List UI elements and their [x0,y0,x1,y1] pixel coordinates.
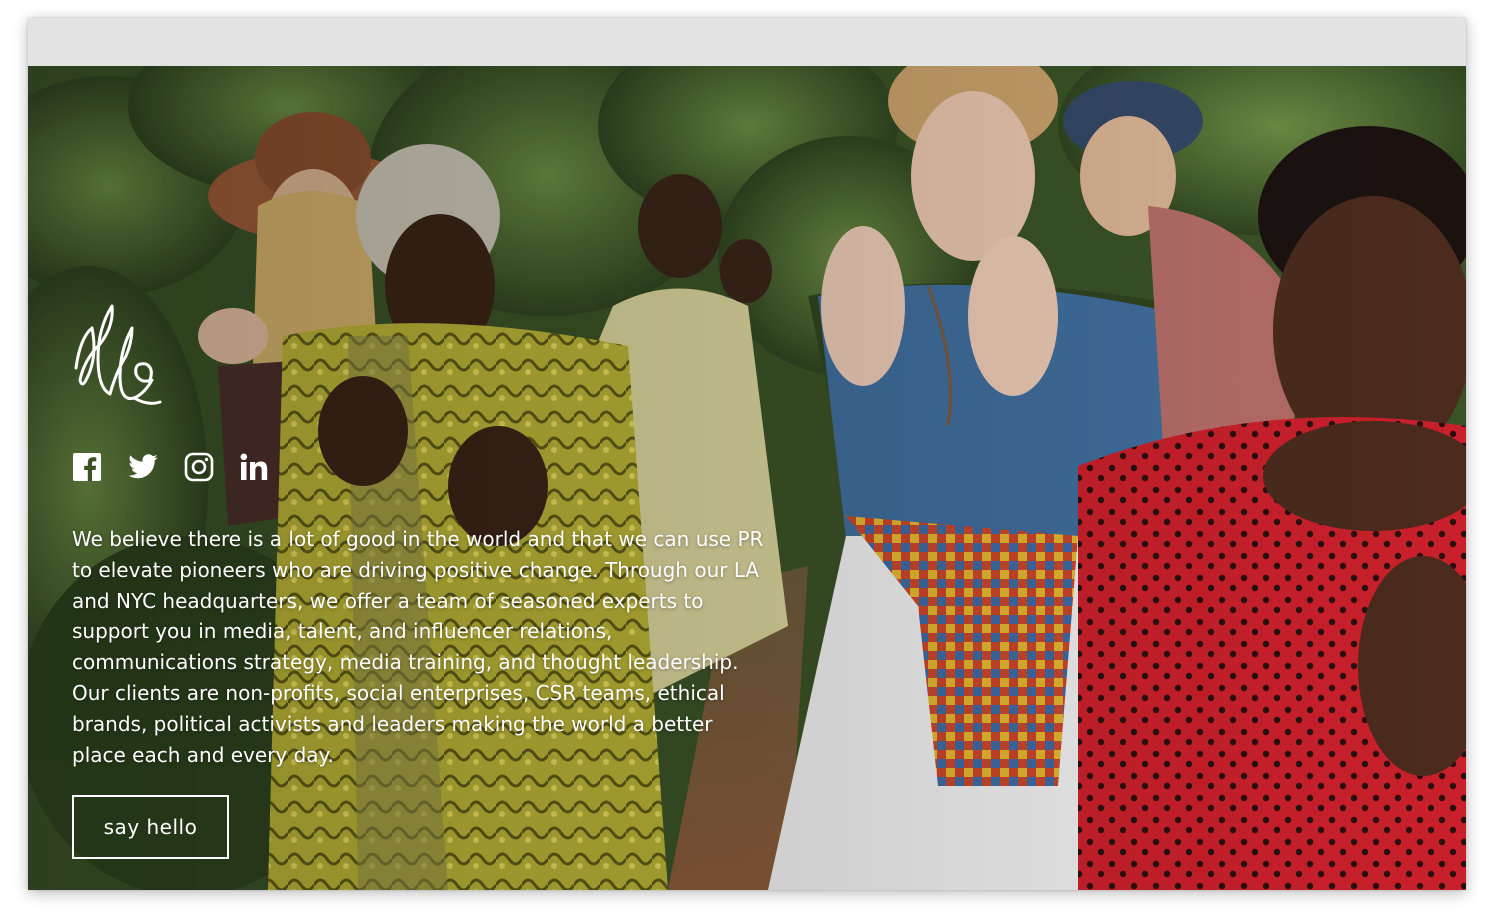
hero-blurb: We believe there is a lot of good in the… [72,527,764,767]
elle-script-logo[interactable] [70,298,162,408]
instagram-icon[interactable] [184,452,214,482]
hero-section: We believe there is a lot of good in the… [28,66,1466,890]
browser-titlebar [28,18,1466,66]
twitter-icon[interactable] [128,452,158,482]
say-hello-button[interactable]: say hello [72,795,229,859]
facebook-icon[interactable] [72,452,102,482]
browser-window: We believe there is a lot of good in the… [28,18,1466,890]
linkedin-icon[interactable] [240,452,270,482]
social-links [72,452,270,482]
